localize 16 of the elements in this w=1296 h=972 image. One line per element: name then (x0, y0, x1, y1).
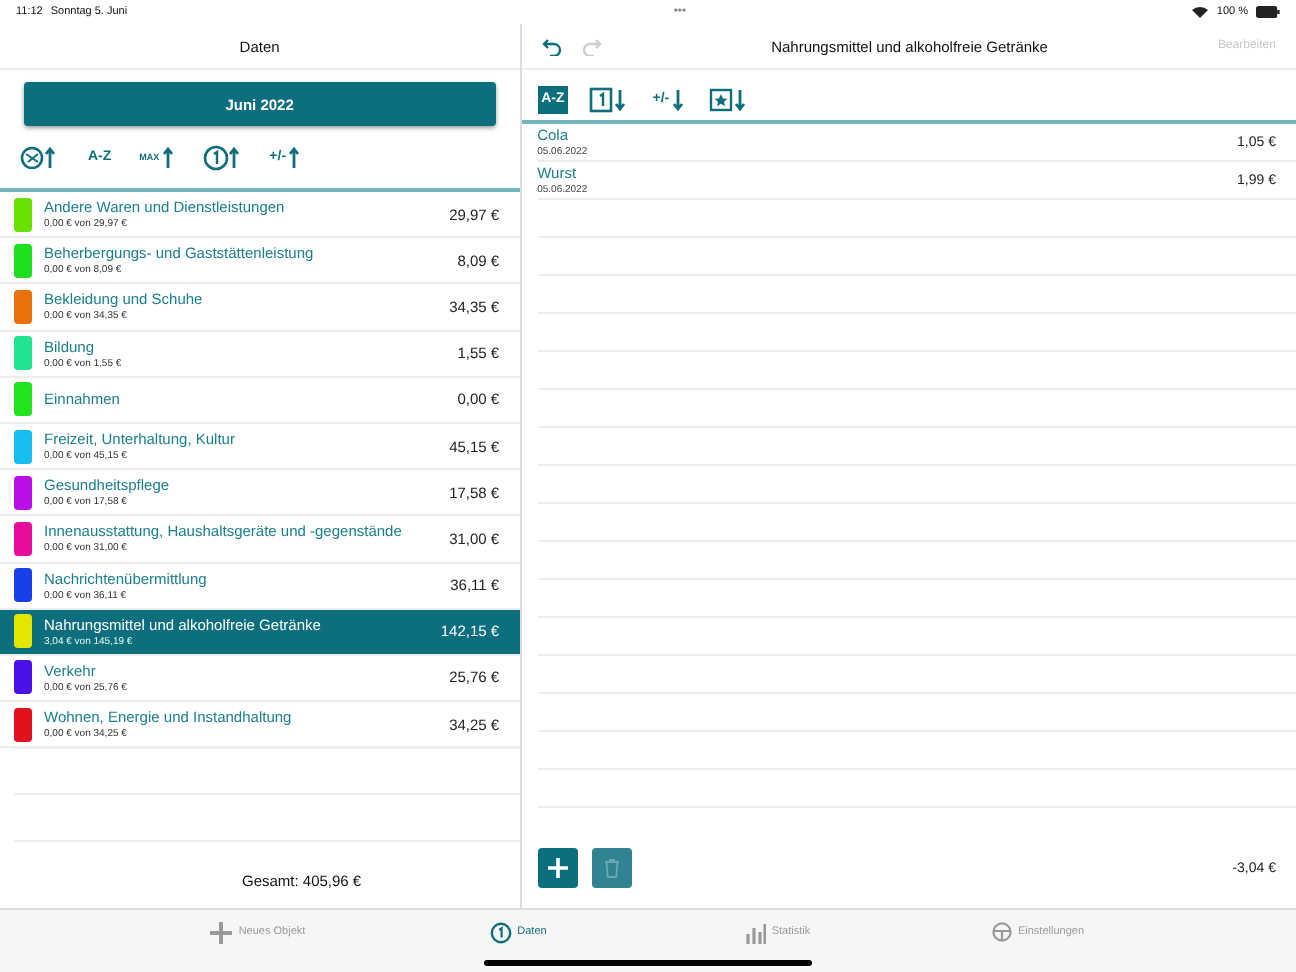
arrow-icon (671, 85, 684, 113)
wifi-icon (1192, 6, 1209, 18)
numbered-circle-icon (489, 921, 512, 943)
bar-chart-icon (745, 921, 766, 943)
battery-icon (1256, 6, 1280, 18)
arrow-icon (161, 143, 174, 171)
numbered-arrow-icon (588, 85, 629, 113)
star-arrow-icon (707, 85, 748, 113)
undo-icon[interactable] (541, 37, 562, 55)
numbered-arrow-icon (201, 143, 242, 171)
add-button[interactable] (537, 848, 578, 888)
arrow-icon (288, 143, 301, 171)
trash-icon (603, 858, 620, 878)
steering-wheel-icon (991, 922, 1012, 942)
plus-icon (210, 921, 233, 943)
plus-icon (547, 858, 568, 878)
